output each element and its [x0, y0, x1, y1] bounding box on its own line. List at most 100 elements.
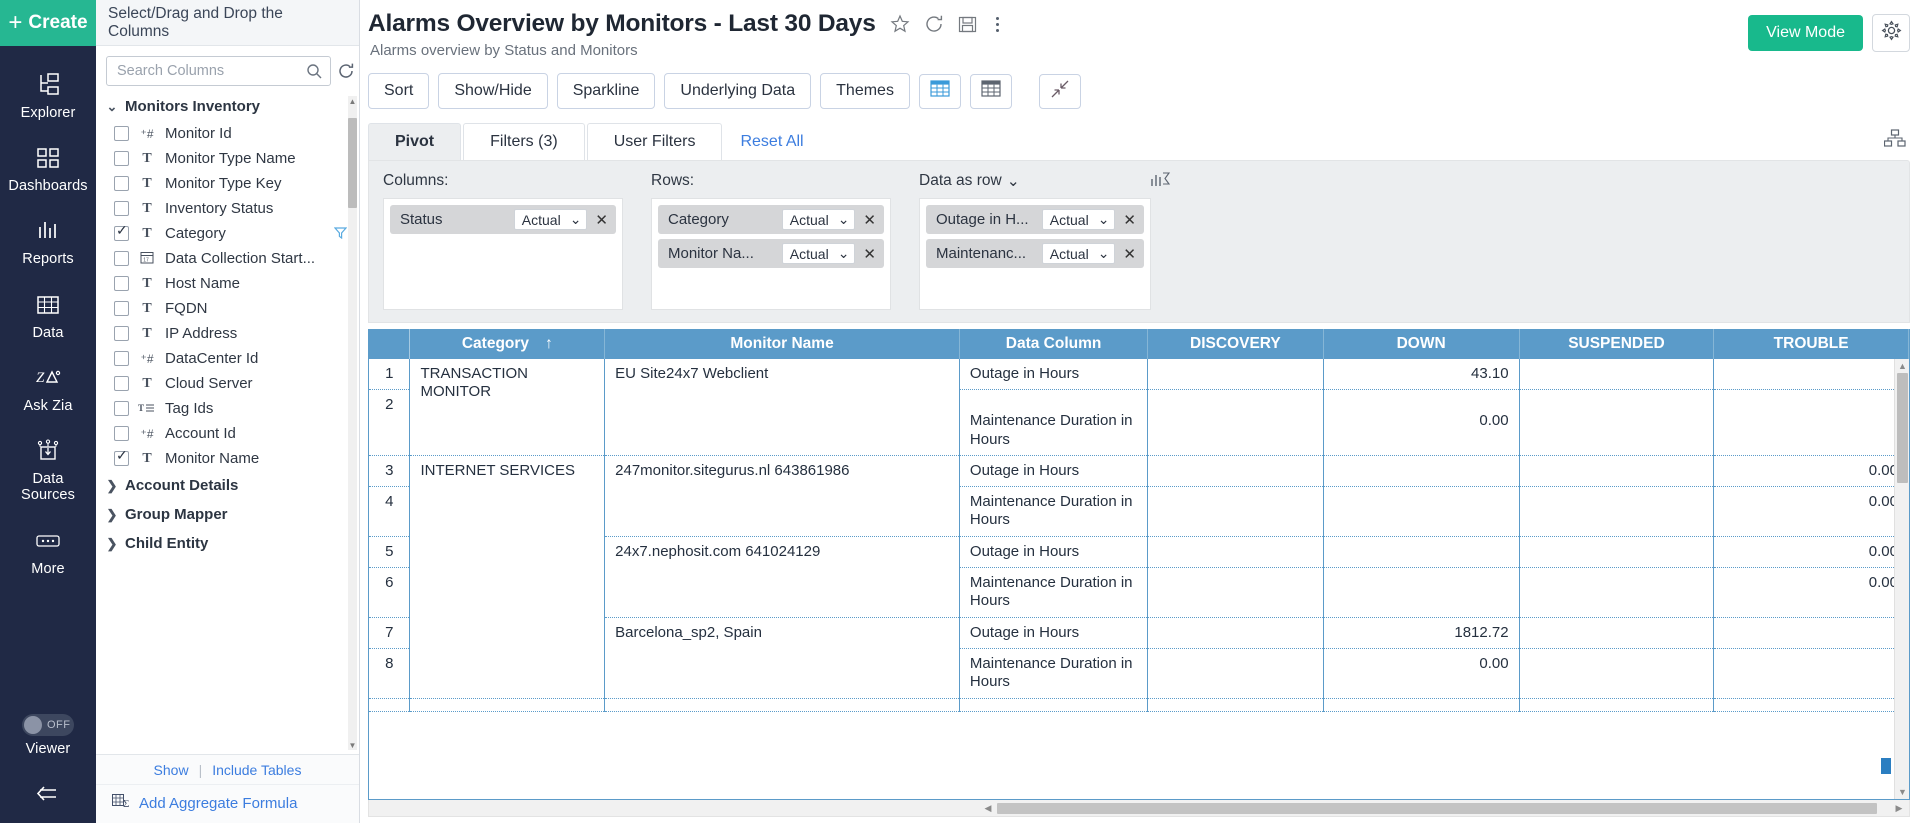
viewer-switch[interactable]: OFF — [22, 713, 74, 736]
more-vertical-icon[interactable] — [991, 16, 1005, 32]
sparkline-button[interactable]: Sparkline — [556, 73, 656, 109]
viewer-toggle[interactable]: OFF Viewer — [0, 704, 96, 769]
field-datacenter-id[interactable]: ⁺# DataCenter Id — [100, 346, 359, 371]
field-checkbox[interactable] — [114, 426, 129, 441]
tree-group-child-entity[interactable]: ❯ Child Entity — [100, 529, 359, 558]
column-header-category[interactable]: Category ↑ — [409, 329, 606, 359]
field-monitor-name[interactable]: T Monitor Name — [100, 446, 359, 471]
field-cloud-server[interactable]: T Cloud Server — [100, 371, 359, 396]
show-link[interactable]: Show — [154, 762, 189, 778]
field-checkbox[interactable] — [114, 351, 129, 366]
scroll-down-icon[interactable]: ▼ — [1895, 785, 1909, 799]
field-checkbox[interactable] — [114, 126, 129, 141]
pivot-layout-icon[interactable] — [1883, 129, 1906, 154]
chip-aggregate-select[interactable]: Actual ⌄ — [1041, 243, 1116, 264]
grid-view-button[interactable] — [969, 73, 1012, 109]
chip-aggregate-select[interactable]: Actual ⌄ — [513, 209, 588, 230]
field-monitor-id[interactable]: ⁺# Monitor Id — [100, 121, 359, 146]
column-header-discovery[interactable]: DISCOVERY — [1147, 329, 1324, 359]
column-header-down[interactable]: DOWN — [1323, 329, 1520, 359]
chip-monitor-name[interactable]: Monitor Na... Actual ⌄ ✕ — [658, 239, 884, 268]
scroll-up-icon[interactable]: ▲ — [1895, 359, 1909, 373]
tree-group-group-mapper[interactable]: ❯ Group Mapper — [100, 500, 359, 529]
chip-maintenance-duration[interactable]: Maintenanc... Actual ⌄ ✕ — [926, 239, 1144, 268]
field-checkbox[interactable] — [114, 301, 129, 316]
field-tag-ids[interactable]: T Tag Ids — [100, 396, 359, 421]
field-inventory-status[interactable]: T Inventory Status — [100, 196, 359, 221]
scrollbar-thumb[interactable] — [348, 118, 357, 208]
chip-aggregate-select[interactable]: Actual ⌄ — [781, 209, 856, 230]
chip-outage-in-hours[interactable]: Outage in H... Actual ⌄ ✕ — [926, 205, 1144, 234]
field-fqdn[interactable]: T FQDN — [100, 296, 359, 321]
chip-status[interactable]: Status Actual ⌄ ✕ — [390, 205, 616, 234]
field-host-name[interactable]: T Host Name — [100, 271, 359, 296]
collapse-button[interactable] — [1038, 73, 1081, 109]
rows-drop-area[interactable]: Category Actual ⌄ ✕ Monitor Na... Actual… — [651, 198, 891, 310]
scroll-down-icon[interactable]: ▼ — [348, 740, 357, 750]
tree-group-account-details[interactable]: ❯ Account Details — [100, 471, 359, 500]
save-icon[interactable] — [958, 15, 977, 34]
tab-filters[interactable]: Filters (3) — [463, 123, 585, 160]
sidebar-item-dashboards[interactable]: Dashboards — [0, 133, 96, 206]
add-aggregate-formula-button[interactable]: Σ Add Aggregate Formula — [96, 784, 359, 823]
field-account-id[interactable]: ⁺# Account Id — [100, 421, 359, 446]
sort-asc-icon[interactable]: ↑ — [545, 335, 553, 352]
field-category[interactable]: T Category — [100, 221, 359, 246]
scroll-left-icon[interactable]: ◀ — [980, 801, 996, 816]
sidebar-item-data-sources[interactable]: Data Sources — [0, 426, 96, 515]
scroll-right-icon[interactable]: ▶ — [1891, 801, 1907, 816]
sidebar-item-data[interactable]: Data — [0, 280, 96, 353]
chip-remove-button[interactable]: ✕ — [861, 211, 878, 229]
refresh-columns-icon[interactable] — [337, 62, 355, 80]
columns-drop-area[interactable]: Status Actual ⌄ ✕ — [383, 198, 623, 310]
search-icon[interactable] — [306, 63, 322, 79]
tab-user-filters[interactable]: User Filters — [586, 123, 723, 160]
field-checkbox[interactable] — [114, 276, 129, 291]
field-monitor-type-key[interactable]: T Monitor Type Key — [100, 171, 359, 196]
column-header-data-column[interactable]: Data Column — [959, 329, 1149, 359]
reset-all-link[interactable]: Reset All — [740, 133, 803, 151]
data-drop-area[interactable]: Outage in H... Actual ⌄ ✕ Maintenanc... … — [919, 198, 1151, 310]
field-checkbox[interactable] — [114, 401, 129, 416]
column-header-suspended[interactable]: SUSPENDED — [1519, 329, 1715, 359]
table-row[interactable]: 3 INTERNET SERVICES 247monitor.sitegurus… — [369, 455, 1909, 699]
underlying-data-button[interactable]: Underlying Data — [664, 73, 812, 109]
scrollbar-thumb[interactable] — [997, 802, 1877, 814]
field-checkbox[interactable] — [114, 176, 129, 191]
chip-remove-button[interactable]: ✕ — [1121, 245, 1138, 263]
favorite-star-icon[interactable] — [890, 14, 910, 34]
view-mode-button[interactable]: View Mode — [1748, 15, 1863, 51]
search-columns-box[interactable] — [106, 56, 331, 86]
field-checkbox[interactable] — [114, 151, 129, 166]
sidebar-item-reports[interactable]: Reports — [0, 206, 96, 279]
sidebar-item-explorer[interactable]: Explorer — [0, 60, 96, 133]
table-vertical-scrollbar[interactable]: ▲ ▼ — [1894, 359, 1909, 799]
field-data-collection-start[interactable]: 17 Data Collection Start... — [100, 246, 359, 271]
filter-icon[interactable] — [333, 226, 348, 242]
column-header-trouble[interactable]: TROUBLE — [1713, 329, 1909, 359]
scroll-up-icon[interactable]: ▲ — [348, 96, 357, 106]
create-button[interactable]: + Create — [0, 0, 96, 46]
refresh-icon[interactable] — [924, 14, 944, 34]
chip-remove-button[interactable]: ✕ — [593, 211, 610, 229]
chip-aggregate-select[interactable]: Actual ⌄ — [781, 243, 856, 264]
include-tables-link[interactable]: Include Tables — [212, 762, 301, 778]
field-checkbox[interactable] — [114, 448, 129, 466]
table-row[interactable] — [369, 698, 1909, 712]
settings-button[interactable] — [1872, 14, 1910, 52]
table-view-button[interactable] — [918, 73, 961, 109]
chip-remove-button[interactable]: ✕ — [1121, 211, 1138, 229]
sort-button[interactable]: Sort — [368, 73, 430, 109]
resize-marker[interactable] — [1881, 758, 1891, 774]
field-monitor-type-name[interactable]: T Monitor Type Name — [100, 146, 359, 171]
tab-pivot[interactable]: Pivot — [368, 123, 462, 160]
column-header-monitor-name[interactable]: Monitor Name — [604, 329, 960, 359]
field-checkbox[interactable] — [114, 223, 129, 241]
data-as-row-selector[interactable]: Data as row ⌄ — [919, 172, 1020, 191]
show-hide-button[interactable]: Show/Hide — [438, 73, 548, 109]
themes-button[interactable]: Themes — [820, 73, 910, 109]
chip-aggregate-select[interactable]: Actual ⌄ — [1041, 209, 1116, 230]
columns-tree-scrollbar[interactable]: ▲ ▼ — [348, 96, 357, 750]
sidebar-item-ask-zia[interactable]: Z Ask Zia — [0, 353, 96, 426]
sidebar-item-more[interactable]: More — [0, 516, 96, 589]
